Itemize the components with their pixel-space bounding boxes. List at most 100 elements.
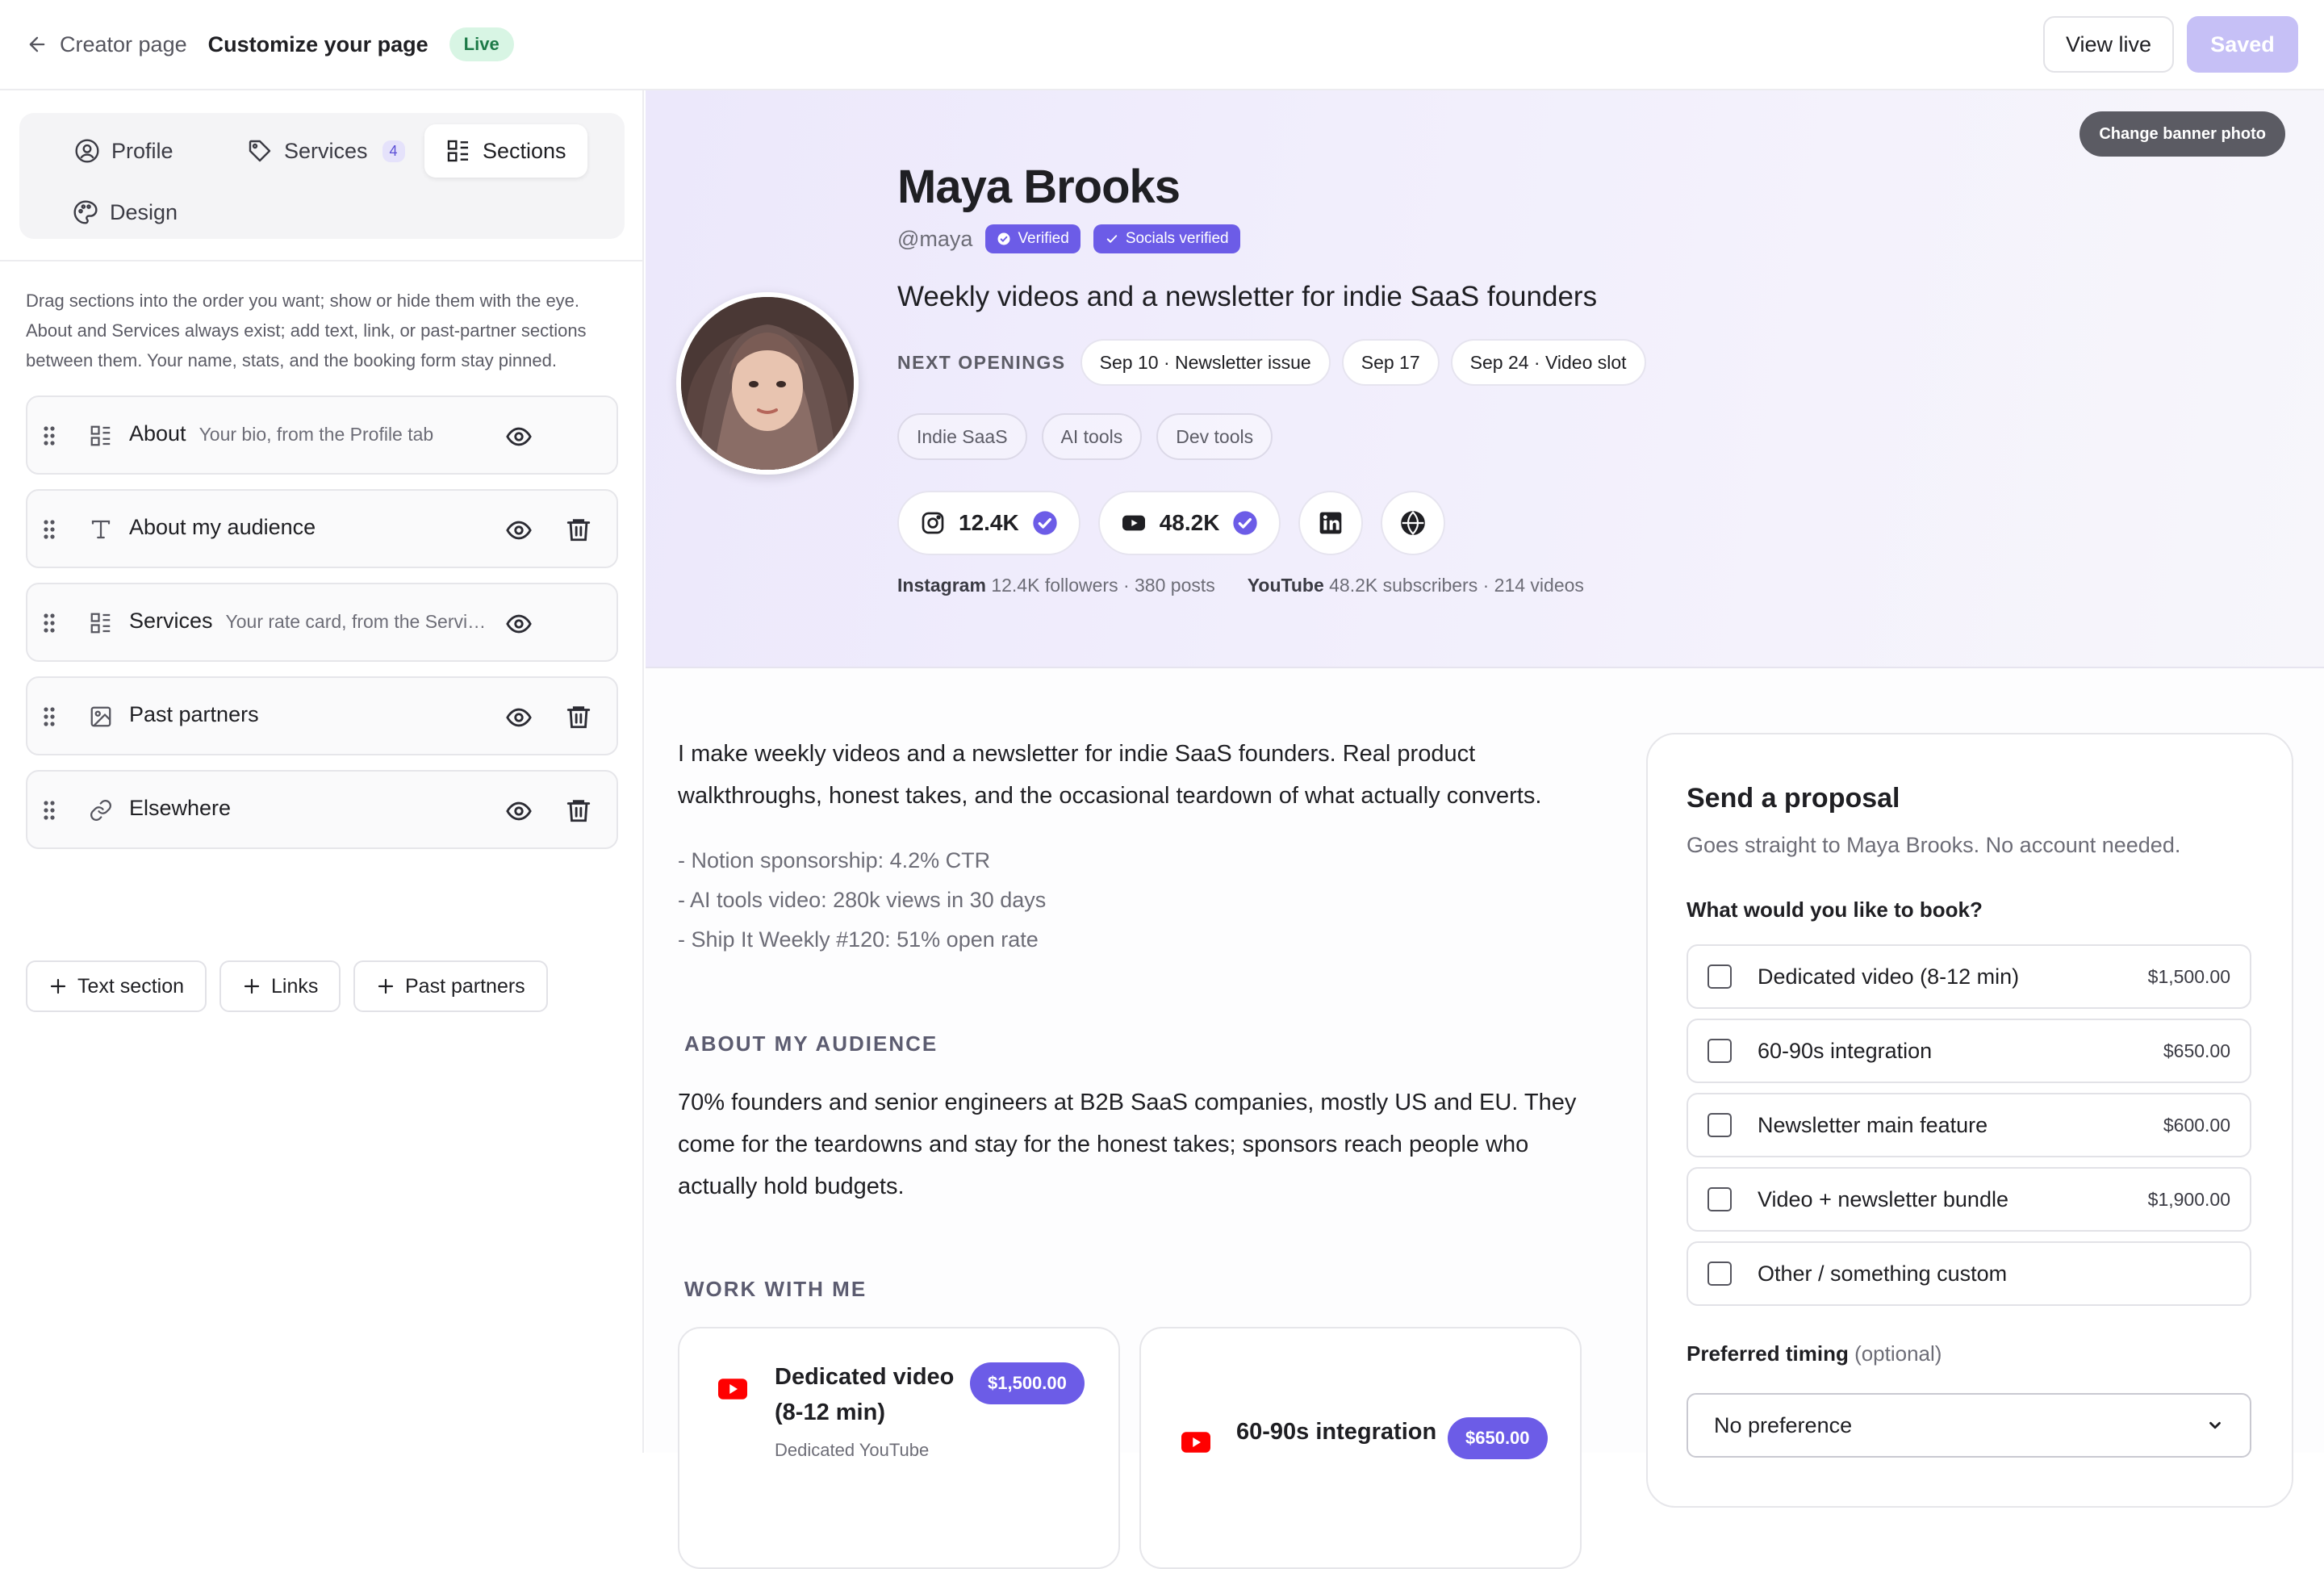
linkedin-icon (1320, 512, 1342, 534)
niche-tags: Indie SaaS AI tools Dev tools (897, 413, 1273, 460)
top-bar: Creator page Customize your page Live Vi… (0, 0, 2324, 90)
checkbox[interactable] (1707, 1261, 1732, 1286)
page-preview: Change banner photo Maya Brooks @maya Ve… (646, 90, 2324, 1569)
add-text-section-button[interactable]: Text section (26, 960, 207, 1012)
eye-icon[interactable] (505, 797, 533, 825)
checkbox[interactable] (1707, 1039, 1732, 1063)
checkbox[interactable] (1707, 1187, 1732, 1211)
plus-icon (50, 978, 66, 994)
tab-services[interactable]: Services 4 (226, 124, 426, 178)
drag-handle-icon[interactable] (42, 799, 56, 822)
website-link[interactable] (1381, 491, 1446, 555)
stat-platform: YouTube (1247, 575, 1324, 596)
add-links-button[interactable]: Links (219, 960, 341, 1012)
drag-handle-icon[interactable] (42, 425, 56, 447)
image-icon (90, 706, 111, 727)
instagram-link[interactable]: 12.4K (897, 491, 1080, 555)
proposal-subtitle: Goes straight to Maya Brooks. No account… (1687, 833, 2181, 857)
eye-icon[interactable] (505, 423, 533, 450)
change-banner-button[interactable]: Change banner photo (2079, 111, 2285, 157)
option-label: 60-90s integration (1758, 1038, 1933, 1063)
option-label: Newsletter main feature (1758, 1112, 1988, 1137)
section-row-services[interactable]: Services Your rate card, from the Servi… (26, 583, 618, 662)
top-actions: View live Saved (2042, 16, 2298, 73)
linkedin-link[interactable] (1298, 491, 1364, 555)
trash-icon[interactable] (565, 702, 592, 731)
trash-icon[interactable] (565, 515, 592, 544)
service-card[interactable]: 60-90s integration $650.00 (1139, 1327, 1582, 1569)
price-badge: $1,500.00 (970, 1362, 1085, 1404)
about-text: I make weekly videos and a newsletter fo… (678, 741, 1542, 809)
eye-icon[interactable] (505, 610, 533, 638)
section-row-elsewhere[interactable]: Elsewhere (26, 770, 618, 849)
creator-name: Maya Brooks (897, 161, 1181, 213)
status-badge: Live (449, 27, 514, 61)
tab-profile[interactable]: Profile (53, 124, 194, 178)
drag-handle-icon[interactable] (42, 518, 56, 541)
eye-icon[interactable] (505, 704, 533, 731)
profile-banner: Change banner photo Maya Brooks @maya Ve… (646, 90, 2324, 668)
option-label: Dedicated video (8-12 min) (1758, 964, 2020, 989)
service-subtitle: Dedicated YouTube (775, 1440, 930, 1460)
option-price: $1,900.00 (2147, 1188, 2230, 1210)
booking-question: What would you like to book? (1687, 897, 1983, 922)
back-link-label: Creator page (60, 31, 187, 56)
opening-chip[interactable]: Sep 10 · Newsletter issue (1080, 339, 1331, 386)
drag-handle-icon[interactable] (42, 612, 56, 634)
checkbox[interactable] (1707, 1113, 1732, 1137)
next-openings: NEXT OPENINGS Sep 10 · Newsletter issue … (897, 339, 1646, 386)
creator-handle: @maya (897, 226, 973, 251)
add-button-label: Text section (77, 974, 185, 998)
badge-label: Socials verified (1125, 230, 1229, 247)
section-name: Past partners (129, 702, 259, 726)
instagram-stats: Instagram 12.4K followers · 380 posts (897, 575, 1215, 596)
globe-icon (1401, 511, 1426, 535)
booking-option[interactable]: Newsletter main feature $600.00 (1687, 1093, 2251, 1157)
sidebar: Profile Services 4 Sections Design Drag … (0, 90, 644, 1453)
option-price: $600.00 (2163, 1114, 2230, 1136)
eye-icon[interactable] (505, 517, 533, 544)
drag-handle-icon[interactable] (42, 705, 56, 728)
booking-option[interactable]: Other / something custom (1687, 1241, 2251, 1306)
booking-option[interactable]: Dedicated video (8-12 min) $1,500.00 (1687, 944, 2251, 1009)
page-title: Customize your page (207, 31, 428, 56)
service-card[interactable]: Dedicated video (8-12 min) Dedicated You… (678, 1327, 1120, 1569)
section-row-past-partners[interactable]: Past partners (26, 676, 618, 755)
youtube-stats: YouTube 48.2K subscribers · 214 videos (1248, 575, 1584, 596)
stat-detail: 12.4K followers · 380 posts (991, 575, 1215, 596)
timing-select[interactable]: No preference (1687, 1393, 2251, 1458)
section-row-about-my-audience[interactable]: About my audience (26, 489, 618, 568)
opening-chip[interactable]: Sep 24 · Video slot (1450, 339, 1646, 386)
check-circle-icon (997, 232, 1010, 245)
add-past-partners-button[interactable]: Past partners (353, 960, 548, 1012)
arrow-left-icon (29, 36, 45, 52)
verified-check-icon (1233, 511, 1258, 535)
about-highlights: - Notion sponsorship: 4.2% CTR - AI tool… (678, 841, 1046, 960)
tab-design[interactable]: Design (52, 186, 199, 239)
option-price: $650.00 (2163, 1040, 2230, 1061)
booking-option[interactable]: Video + newsletter bundle $1,900.00 (1687, 1167, 2251, 1232)
youtube-link[interactable]: 48.2K (1097, 491, 1281, 555)
checkbox[interactable] (1707, 964, 1732, 989)
saved-button[interactable]: Saved (2187, 16, 2298, 73)
tab-sections[interactable]: Sections (424, 124, 587, 178)
service-title: Dedicated video (8-12 min) (775, 1364, 955, 1425)
divider (0, 260, 644, 262)
booking-option[interactable]: 60-90s integration $650.00 (1687, 1019, 2251, 1083)
section-title: Elsewhere (129, 796, 231, 821)
option-label: Video + newsletter bundle (1758, 1186, 2008, 1211)
section-row-about[interactable]: About Your bio, from the Profile tab (26, 395, 618, 475)
section-title: About my audience (129, 515, 316, 540)
link-icon (90, 800, 111, 821)
openings-label: NEXT OPENINGS (897, 351, 1066, 373)
optional-hint: (optional) (1854, 1341, 1942, 1366)
subscriber-count: 48.2K (1159, 510, 1220, 535)
niche-tag: AI tools (1041, 413, 1143, 460)
trash-icon[interactable] (565, 796, 592, 825)
back-link[interactable]: Creator page (26, 32, 187, 57)
section-name: About my audience (129, 515, 316, 539)
tag-icon (249, 140, 271, 162)
opening-chip[interactable]: Sep 17 (1341, 339, 1440, 386)
youtube-icon (1181, 1432, 1210, 1453)
view-live-button[interactable]: View live (2042, 16, 2174, 73)
